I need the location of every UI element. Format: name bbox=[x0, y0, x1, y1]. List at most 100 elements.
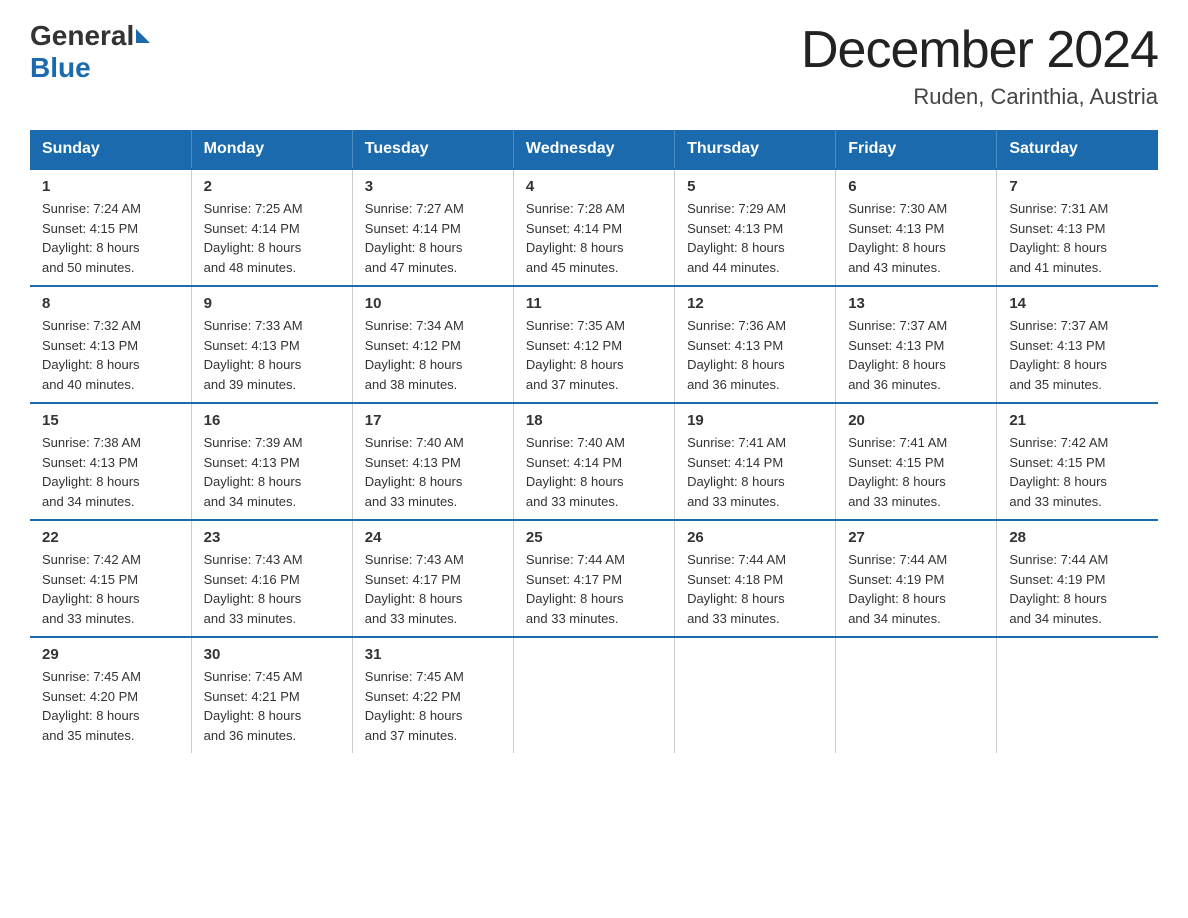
day-info: Sunrise: 7:37 AM Sunset: 4:13 PM Dayligh… bbox=[848, 316, 984, 394]
title-block: December 2024 Ruden, Carinthia, Austria bbox=[801, 20, 1158, 110]
calendar-cell: 14 Sunrise: 7:37 AM Sunset: 4:13 PM Dayl… bbox=[997, 286, 1158, 403]
header-wednesday: Wednesday bbox=[513, 130, 674, 169]
calendar-cell: 9 Sunrise: 7:33 AM Sunset: 4:13 PM Dayli… bbox=[191, 286, 352, 403]
day-number: 13 bbox=[848, 295, 984, 312]
calendar-subtitle: Ruden, Carinthia, Austria bbox=[801, 84, 1158, 110]
day-info: Sunrise: 7:31 AM Sunset: 4:13 PM Dayligh… bbox=[1009, 199, 1146, 277]
calendar-cell: 16 Sunrise: 7:39 AM Sunset: 4:13 PM Dayl… bbox=[191, 403, 352, 520]
day-number: 6 bbox=[848, 178, 984, 195]
calendar-cell: 2 Sunrise: 7:25 AM Sunset: 4:14 PM Dayli… bbox=[191, 169, 352, 286]
calendar-cell: 19 Sunrise: 7:41 AM Sunset: 4:14 PM Dayl… bbox=[675, 403, 836, 520]
day-number: 19 bbox=[687, 412, 823, 429]
day-number: 9 bbox=[204, 295, 340, 312]
calendar-cell: 28 Sunrise: 7:44 AM Sunset: 4:19 PM Dayl… bbox=[997, 520, 1158, 637]
day-number: 30 bbox=[204, 646, 340, 663]
calendar-cell: 1 Sunrise: 7:24 AM Sunset: 4:15 PM Dayli… bbox=[30, 169, 191, 286]
calendar-cell: 31 Sunrise: 7:45 AM Sunset: 4:22 PM Dayl… bbox=[352, 637, 513, 753]
calendar-cell: 12 Sunrise: 7:36 AM Sunset: 4:13 PM Dayl… bbox=[675, 286, 836, 403]
calendar-cell: 25 Sunrise: 7:44 AM Sunset: 4:17 PM Dayl… bbox=[513, 520, 674, 637]
day-number: 14 bbox=[1009, 295, 1146, 312]
calendar-cell: 29 Sunrise: 7:45 AM Sunset: 4:20 PM Dayl… bbox=[30, 637, 191, 753]
day-info: Sunrise: 7:40 AM Sunset: 4:14 PM Dayligh… bbox=[526, 433, 662, 511]
header-sunday: Sunday bbox=[30, 130, 191, 169]
day-number: 18 bbox=[526, 412, 662, 429]
calendar-cell: 27 Sunrise: 7:44 AM Sunset: 4:19 PM Dayl… bbox=[836, 520, 997, 637]
calendar-cell: 15 Sunrise: 7:38 AM Sunset: 4:13 PM Dayl… bbox=[30, 403, 191, 520]
calendar-week-row: 1 Sunrise: 7:24 AM Sunset: 4:15 PM Dayli… bbox=[30, 169, 1158, 286]
day-number: 17 bbox=[365, 412, 501, 429]
day-number: 2 bbox=[204, 178, 340, 195]
day-info: Sunrise: 7:34 AM Sunset: 4:12 PM Dayligh… bbox=[365, 316, 501, 394]
calendar-cell: 17 Sunrise: 7:40 AM Sunset: 4:13 PM Dayl… bbox=[352, 403, 513, 520]
day-info: Sunrise: 7:41 AM Sunset: 4:15 PM Dayligh… bbox=[848, 433, 984, 511]
day-number: 24 bbox=[365, 529, 501, 546]
day-info: Sunrise: 7:37 AM Sunset: 4:13 PM Dayligh… bbox=[1009, 316, 1146, 394]
day-info: Sunrise: 7:44 AM Sunset: 4:18 PM Dayligh… bbox=[687, 550, 823, 628]
logo-arrow-icon bbox=[136, 29, 150, 43]
calendar-cell: 18 Sunrise: 7:40 AM Sunset: 4:14 PM Dayl… bbox=[513, 403, 674, 520]
calendar-title: December 2024 bbox=[801, 20, 1158, 80]
calendar-cell: 23 Sunrise: 7:43 AM Sunset: 4:16 PM Dayl… bbox=[191, 520, 352, 637]
day-info: Sunrise: 7:29 AM Sunset: 4:13 PM Dayligh… bbox=[687, 199, 823, 277]
day-info: Sunrise: 7:44 AM Sunset: 4:19 PM Dayligh… bbox=[848, 550, 984, 628]
day-info: Sunrise: 7:36 AM Sunset: 4:13 PM Dayligh… bbox=[687, 316, 823, 394]
day-number: 3 bbox=[365, 178, 501, 195]
day-number: 12 bbox=[687, 295, 823, 312]
calendar-cell bbox=[836, 637, 997, 753]
calendar-cell: 6 Sunrise: 7:30 AM Sunset: 4:13 PM Dayli… bbox=[836, 169, 997, 286]
calendar-cell: 11 Sunrise: 7:35 AM Sunset: 4:12 PM Dayl… bbox=[513, 286, 674, 403]
day-number: 16 bbox=[204, 412, 340, 429]
day-number: 7 bbox=[1009, 178, 1146, 195]
day-info: Sunrise: 7:30 AM Sunset: 4:13 PM Dayligh… bbox=[848, 199, 984, 277]
day-info: Sunrise: 7:28 AM Sunset: 4:14 PM Dayligh… bbox=[526, 199, 662, 277]
day-number: 1 bbox=[42, 178, 179, 195]
calendar-cell bbox=[997, 637, 1158, 753]
calendar-cell: 8 Sunrise: 7:32 AM Sunset: 4:13 PM Dayli… bbox=[30, 286, 191, 403]
day-info: Sunrise: 7:39 AM Sunset: 4:13 PM Dayligh… bbox=[204, 433, 340, 511]
day-number: 23 bbox=[204, 529, 340, 546]
day-number: 29 bbox=[42, 646, 179, 663]
day-number: 25 bbox=[526, 529, 662, 546]
calendar-header-row: SundayMondayTuesdayWednesdayThursdayFrid… bbox=[30, 130, 1158, 169]
day-info: Sunrise: 7:40 AM Sunset: 4:13 PM Dayligh… bbox=[365, 433, 501, 511]
day-number: 21 bbox=[1009, 412, 1146, 429]
day-info: Sunrise: 7:42 AM Sunset: 4:15 PM Dayligh… bbox=[1009, 433, 1146, 511]
calendar-cell bbox=[513, 637, 674, 753]
day-info: Sunrise: 7:43 AM Sunset: 4:17 PM Dayligh… bbox=[365, 550, 501, 628]
day-info: Sunrise: 7:43 AM Sunset: 4:16 PM Dayligh… bbox=[204, 550, 340, 628]
calendar-table: SundayMondayTuesdayWednesdayThursdayFrid… bbox=[30, 130, 1158, 753]
day-number: 11 bbox=[526, 295, 662, 312]
day-info: Sunrise: 7:25 AM Sunset: 4:14 PM Dayligh… bbox=[204, 199, 340, 277]
day-number: 5 bbox=[687, 178, 823, 195]
day-info: Sunrise: 7:27 AM Sunset: 4:14 PM Dayligh… bbox=[365, 199, 501, 277]
logo: General Blue bbox=[30, 20, 152, 84]
day-number: 27 bbox=[848, 529, 984, 546]
header-tuesday: Tuesday bbox=[352, 130, 513, 169]
day-number: 4 bbox=[526, 178, 662, 195]
calendar-cell: 7 Sunrise: 7:31 AM Sunset: 4:13 PM Dayli… bbox=[997, 169, 1158, 286]
calendar-week-row: 29 Sunrise: 7:45 AM Sunset: 4:20 PM Dayl… bbox=[30, 637, 1158, 753]
logo-general-text: General bbox=[30, 20, 134, 52]
day-number: 26 bbox=[687, 529, 823, 546]
day-info: Sunrise: 7:24 AM Sunset: 4:15 PM Dayligh… bbox=[42, 199, 179, 277]
day-info: Sunrise: 7:38 AM Sunset: 4:13 PM Dayligh… bbox=[42, 433, 179, 511]
day-number: 20 bbox=[848, 412, 984, 429]
day-info: Sunrise: 7:33 AM Sunset: 4:13 PM Dayligh… bbox=[204, 316, 340, 394]
header-saturday: Saturday bbox=[997, 130, 1158, 169]
calendar-cell: 5 Sunrise: 7:29 AM Sunset: 4:13 PM Dayli… bbox=[675, 169, 836, 286]
calendar-cell: 21 Sunrise: 7:42 AM Sunset: 4:15 PM Dayl… bbox=[997, 403, 1158, 520]
header-monday: Monday bbox=[191, 130, 352, 169]
calendar-cell: 10 Sunrise: 7:34 AM Sunset: 4:12 PM Dayl… bbox=[352, 286, 513, 403]
calendar-cell: 20 Sunrise: 7:41 AM Sunset: 4:15 PM Dayl… bbox=[836, 403, 997, 520]
day-number: 10 bbox=[365, 295, 501, 312]
header-thursday: Thursday bbox=[675, 130, 836, 169]
day-number: 31 bbox=[365, 646, 501, 663]
day-info: Sunrise: 7:45 AM Sunset: 4:21 PM Dayligh… bbox=[204, 667, 340, 745]
day-info: Sunrise: 7:41 AM Sunset: 4:14 PM Dayligh… bbox=[687, 433, 823, 511]
calendar-cell: 3 Sunrise: 7:27 AM Sunset: 4:14 PM Dayli… bbox=[352, 169, 513, 286]
calendar-cell: 30 Sunrise: 7:45 AM Sunset: 4:21 PM Dayl… bbox=[191, 637, 352, 753]
calendar-cell: 4 Sunrise: 7:28 AM Sunset: 4:14 PM Dayli… bbox=[513, 169, 674, 286]
calendar-cell: 24 Sunrise: 7:43 AM Sunset: 4:17 PM Dayl… bbox=[352, 520, 513, 637]
day-info: Sunrise: 7:44 AM Sunset: 4:19 PM Dayligh… bbox=[1009, 550, 1146, 628]
day-number: 28 bbox=[1009, 529, 1146, 546]
